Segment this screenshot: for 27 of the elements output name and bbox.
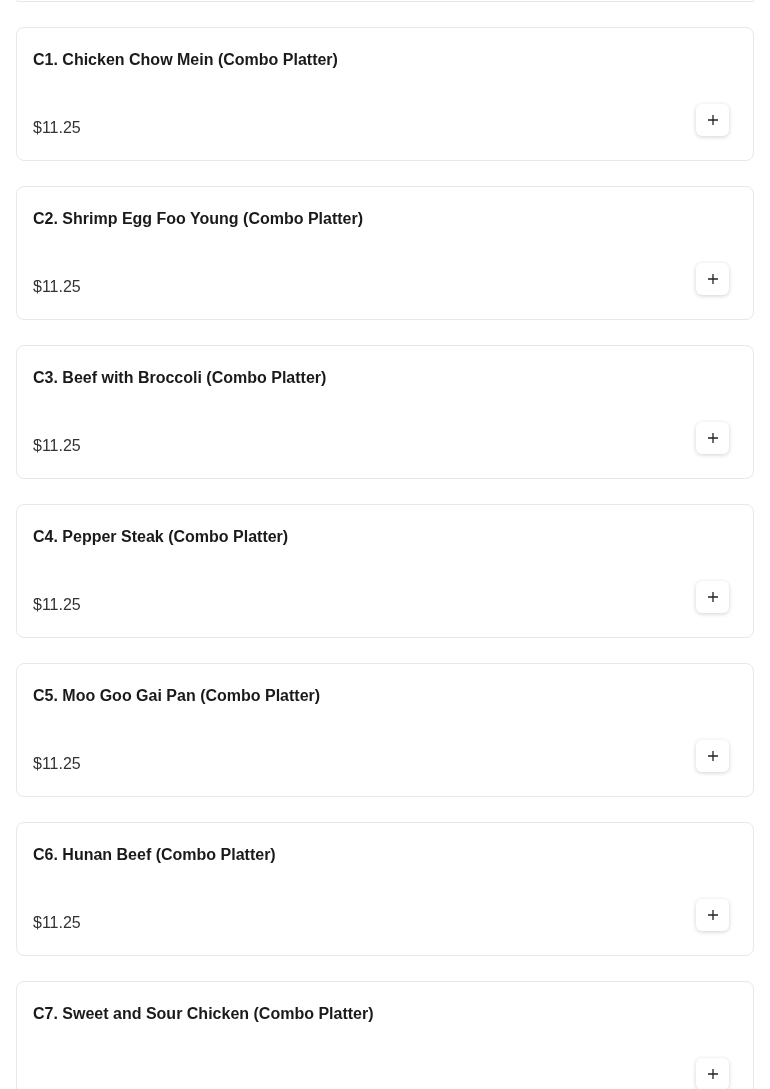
- plus-icon: [707, 910, 718, 920]
- item-name: C1. Chicken Chow Mein (Combo Platter): [33, 50, 339, 70]
- item-name: C3. Beef with Broccoli (Combo Platter): [33, 368, 328, 388]
- plus-icon: [707, 592, 718, 602]
- plus-icon: [707, 751, 718, 761]
- item-name: C2. Shrimp Egg Foo Young (Combo Platter): [33, 209, 365, 229]
- plus-icon: [707, 274, 718, 284]
- add-button[interactable]: [696, 104, 729, 136]
- item-price: $11.25: [33, 436, 81, 456]
- plus-icon: [707, 115, 718, 125]
- add-button[interactable]: [696, 422, 729, 454]
- add-button[interactable]: [696, 1058, 729, 1089]
- item-name: C4. Pepper Steak (Combo Platter): [33, 527, 290, 547]
- item-price: $11.25: [33, 118, 81, 138]
- add-button[interactable]: [696, 263, 729, 295]
- item-name: C7. Sweet and Sour Chicken (Combo Platter): [33, 1004, 375, 1024]
- item-name: C5. Moo Goo Gai Pan (Combo Platter): [33, 686, 322, 706]
- add-button[interactable]: [696, 581, 729, 613]
- add-button[interactable]: [696, 899, 729, 931]
- item-name: C6. Hunan Beef (Combo Platter): [33, 845, 277, 865]
- item-price: $11.25: [33, 277, 81, 297]
- item-price: $11.25: [33, 595, 81, 615]
- item-price: $11.25: [33, 913, 81, 933]
- item-price: $11.25: [33, 754, 81, 774]
- plus-icon: [707, 433, 718, 443]
- add-button[interactable]: [696, 740, 729, 772]
- plus-icon: [707, 1069, 718, 1079]
